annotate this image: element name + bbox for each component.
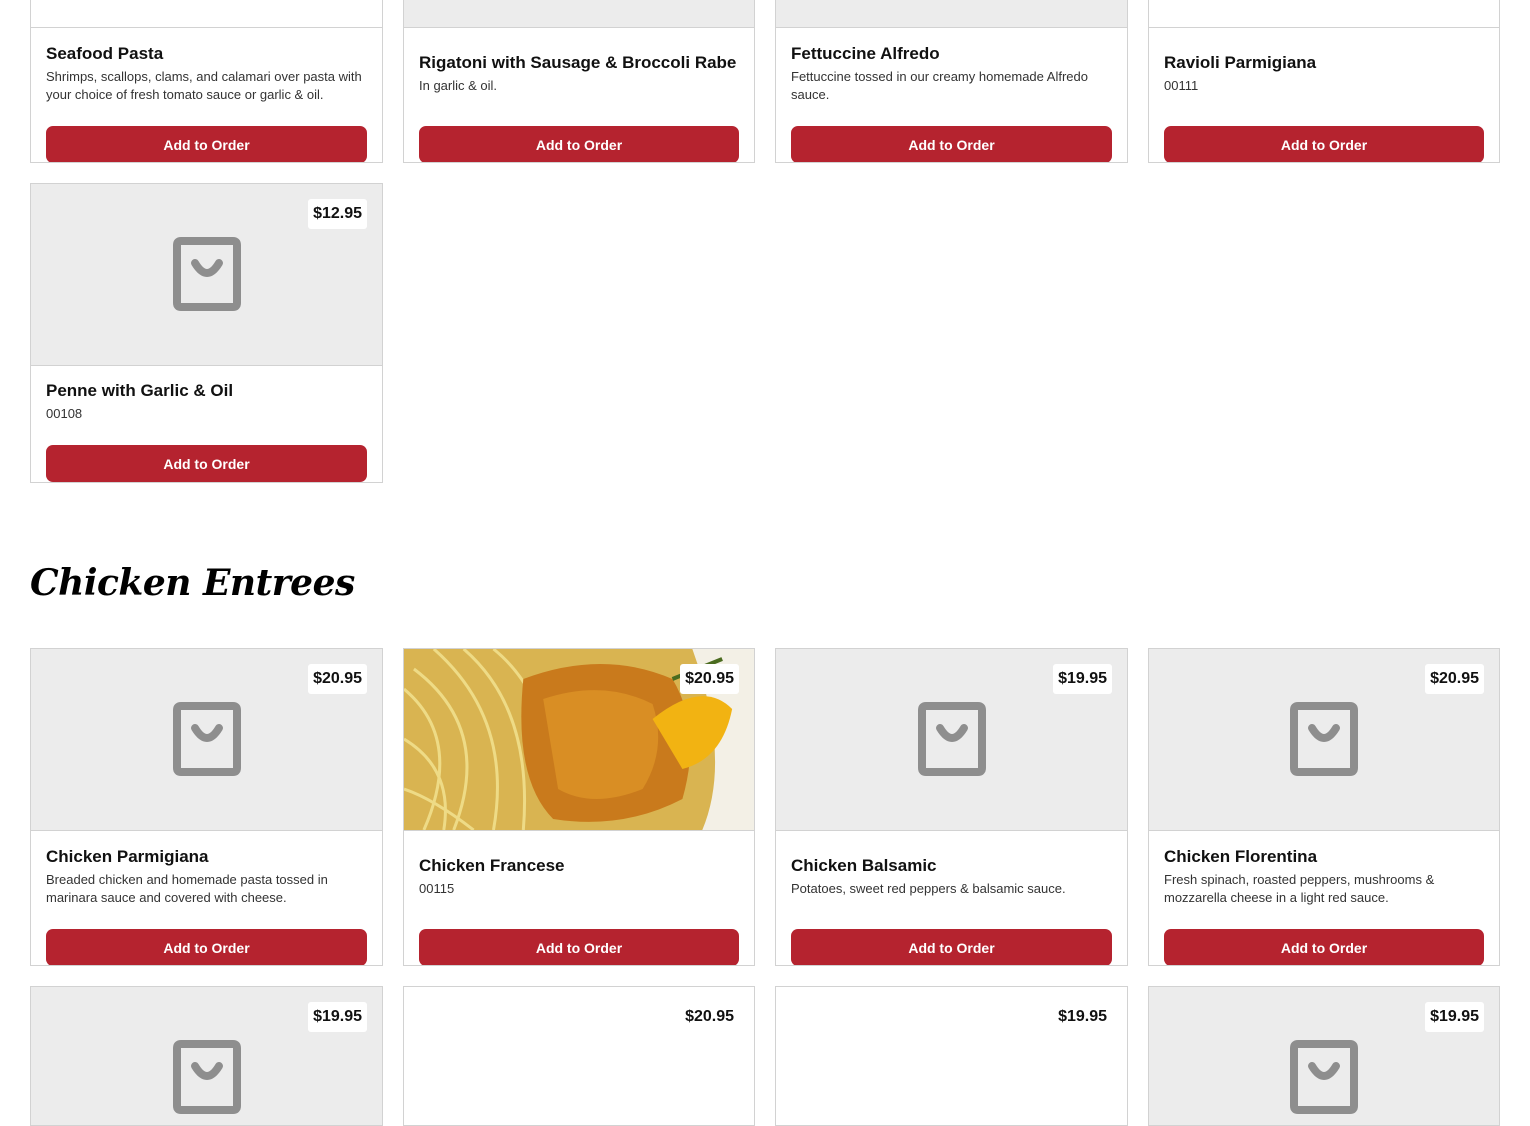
add-to-order-button[interactable]: Add to Order: [46, 126, 367, 162]
shopping-bag-icon: [172, 1040, 241, 1114]
add-to-order-button[interactable]: Add to Order: [791, 126, 1112, 162]
item-title: Chicken Florentina: [1164, 847, 1318, 866]
item-description: 00115: [419, 881, 455, 896]
item-description: Fresh spinach, roasted peppers, mushroom…: [1164, 872, 1435, 905]
item-title: Penne with Garlic & Oil: [46, 381, 234, 400]
menu-item-card[interactable]: $20.95 Chicken Florentina Fresh spinach,…: [1148, 648, 1500, 966]
shopping-bag-icon: [172, 702, 241, 776]
item-image-area: $19.95: [31, 987, 382, 1125]
menu-item-card[interactable]: $19.95: [775, 986, 1128, 1126]
item-image-area: $19.95: [776, 649, 1127, 831]
shopping-bag-icon: [1290, 1040, 1358, 1114]
price-badge: $19.95: [1425, 1002, 1484, 1032]
item-image-area: $12.95: [31, 184, 382, 366]
item-title: Ravioli Parmigiana: [1164, 53, 1317, 72]
item-info: Seafood Pasta Shrimps, scallops, clams, …: [46, 44, 367, 104]
item-info: Ravioli Parmigiana 00111: [1164, 53, 1484, 95]
item-image-area: $19.95: [1149, 987, 1499, 1125]
menu-item-card[interactable]: $20.95 Chicken Francese 00115 Add to Ord…: [403, 648, 755, 966]
item-description: Fettuccine tossed in our creamy homemade…: [791, 69, 1088, 102]
section-title: Chicken Entrees: [30, 562, 355, 604]
item-image-area: [776, 0, 1127, 28]
item-image-area: [1149, 0, 1499, 28]
shopping-bag-icon: [917, 702, 986, 776]
menu-item-card[interactable]: Ravioli Parmigiana 00111 Add to Order: [1148, 0, 1500, 163]
item-title: Chicken Parmigiana: [46, 847, 209, 866]
item-title: Chicken Balsamic: [791, 856, 937, 875]
menu-item-card[interactable]: $19.95: [1148, 986, 1500, 1126]
item-description: Potatoes, sweet red peppers & balsamic s…: [791, 881, 1066, 896]
menu-item-card[interactable]: Rigatoni with Sausage & Broccoli Rabe In…: [403, 0, 755, 163]
menu-item-card[interactable]: $12.95 Penne with Garlic & Oil 00108 Add…: [30, 183, 383, 483]
price-badge: $20.95: [680, 664, 739, 694]
price-badge: $20.95: [1425, 664, 1484, 694]
price-badge: $12.95: [308, 199, 367, 229]
item-photo: $20.95: [404, 649, 754, 831]
price-badge: $20.95: [308, 664, 367, 694]
item-info: Chicken Parmigiana Breaded chicken and h…: [46, 847, 367, 907]
item-info: Chicken Balsamic Potatoes, sweet red pep…: [791, 856, 1112, 898]
menu-item-card[interactable]: $19.95 Chicken Balsamic Potatoes, sweet …: [775, 648, 1128, 966]
item-description: Breaded chicken and homemade pasta tosse…: [46, 872, 328, 905]
item-title: Fettuccine Alfredo: [791, 44, 940, 63]
price-badge: $19.95: [1053, 664, 1112, 694]
item-info: Rigatoni with Sausage & Broccoli Rabe In…: [419, 53, 739, 95]
menu-item-card[interactable]: $19.95: [30, 986, 383, 1126]
item-info: Penne with Garlic & Oil 00108: [46, 381, 367, 423]
shopping-bag-icon: [1290, 702, 1358, 776]
item-description: Shrimps, scallops, clams, and calamari o…: [46, 69, 362, 102]
item-info: Fettuccine Alfredo Fettuccine tossed in …: [791, 44, 1112, 104]
item-description: 00111: [1164, 78, 1199, 93]
menu-item-card[interactable]: $20.95 Chicken Parmigiana Breaded chicke…: [30, 648, 383, 966]
add-to-order-button[interactable]: Add to Order: [419, 929, 739, 965]
item-image-area: $20.95: [1149, 649, 1499, 831]
shopping-bag-icon: [172, 237, 241, 311]
add-to-order-button[interactable]: Add to Order: [1164, 126, 1484, 162]
add-to-order-button[interactable]: Add to Order: [791, 929, 1112, 965]
menu-item-card[interactable]: Fettuccine Alfredo Fettuccine tossed in …: [775, 0, 1128, 163]
price-badge: $19.95: [308, 1002, 367, 1032]
price-badge: $19.95: [1053, 1002, 1112, 1032]
price-badge: $20.95: [680, 1002, 739, 1032]
item-title: Chicken Francese: [419, 856, 565, 875]
item-info: Chicken Francese 00115: [419, 856, 739, 898]
item-image-area: [404, 0, 754, 28]
add-to-order-button[interactable]: Add to Order: [46, 445, 367, 482]
menu-item-card[interactable]: $20.95: [403, 986, 755, 1126]
add-to-order-button[interactable]: Add to Order: [46, 929, 367, 965]
add-to-order-button[interactable]: Add to Order: [419, 126, 739, 162]
add-to-order-button[interactable]: Add to Order: [1164, 929, 1484, 965]
item-image-area: $20.95: [31, 649, 382, 831]
item-image-area: $20.95: [404, 987, 754, 1125]
item-description: In garlic & oil.: [419, 78, 498, 93]
item-image-area: $19.95: [776, 987, 1127, 1125]
item-title: Rigatoni with Sausage & Broccoli Rabe: [419, 53, 737, 72]
item-info: Chicken Florentina Fresh spinach, roaste…: [1164, 847, 1484, 907]
item-description: 00108: [46, 406, 83, 421]
menu-item-card[interactable]: Seafood Pasta Shrimps, scallops, clams, …: [30, 0, 383, 163]
item-image-area: [31, 0, 382, 28]
item-title: Seafood Pasta: [46, 44, 164, 63]
